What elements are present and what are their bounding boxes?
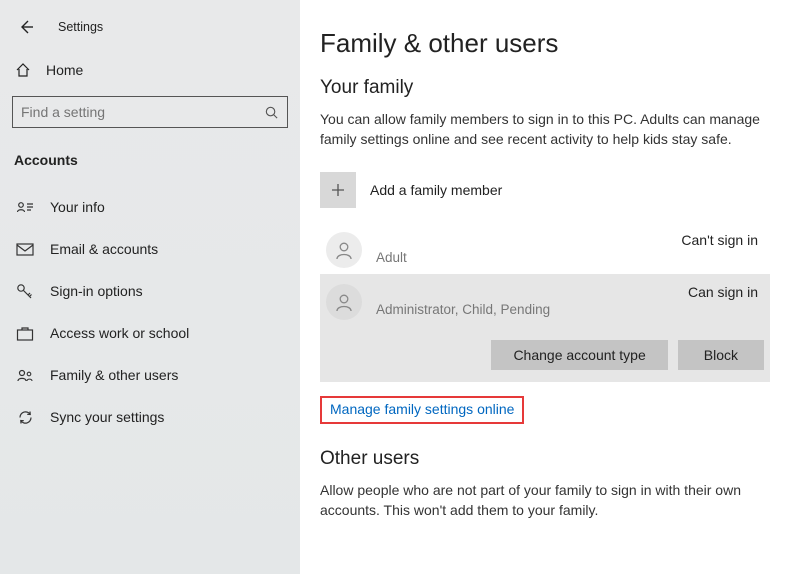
member-status: Can sign in — [688, 284, 764, 300]
other-users-heading: Other users — [320, 448, 770, 470]
search-icon — [264, 105, 279, 120]
member-info: Administrator, Child, Pending — [376, 284, 550, 317]
manage-family-settings-link[interactable]: Manage family settings online — [330, 401, 514, 417]
sidebar: Settings Home Accounts Your info Email &… — [0, 0, 300, 574]
people-icon — [14, 368, 36, 383]
sidebar-home[interactable]: Home — [12, 52, 288, 88]
family-member-row[interactable]: Adult Can't sign in — [320, 224, 770, 274]
back-button[interactable] — [12, 13, 40, 41]
nav-email-accounts[interactable]: Email & accounts — [12, 228, 288, 270]
nav-label: Your info — [50, 199, 105, 215]
sidebar-header: Settings — [12, 10, 288, 44]
add-label: Add a family member — [370, 182, 502, 198]
member-status: Can't sign in — [681, 232, 764, 248]
member-info: Adult — [376, 232, 407, 265]
change-account-type-button[interactable]: Change account type — [491, 340, 667, 370]
app-title: Settings — [58, 20, 103, 34]
briefcase-icon — [14, 326, 36, 341]
home-label: Home — [46, 62, 83, 78]
member-role: Adult — [376, 250, 407, 265]
category-header: Accounts — [14, 152, 288, 168]
nav-access-work-school[interactable]: Access work or school — [12, 312, 288, 354]
avatar-icon — [326, 232, 362, 268]
nav-sync-settings[interactable]: Sync your settings — [12, 396, 288, 438]
mail-icon — [14, 243, 36, 256]
sync-icon — [14, 409, 36, 426]
key-icon — [14, 283, 36, 299]
family-heading: Your family — [320, 77, 770, 99]
search-box[interactable] — [12, 96, 288, 128]
home-icon — [12, 62, 34, 78]
nav-signin-options[interactable]: Sign-in options — [12, 270, 288, 312]
nav-label: Family & other users — [50, 367, 178, 383]
nav-label: Sync your settings — [50, 409, 164, 425]
member-name — [376, 284, 550, 301]
user-card-icon — [14, 200, 36, 214]
search-input[interactable] — [21, 104, 264, 120]
block-button[interactable]: Block — [678, 340, 764, 370]
nav-list: Your info Email & accounts Sign-in optio… — [12, 186, 288, 438]
nav-label: Access work or school — [50, 325, 189, 341]
manage-link-highlight: Manage family settings online — [320, 396, 524, 424]
member-name — [376, 232, 407, 249]
avatar-icon — [326, 284, 362, 320]
page-title: Family & other users — [320, 28, 770, 59]
member-actions: Change account type Block — [326, 340, 764, 370]
nav-your-info[interactable]: Your info — [12, 186, 288, 228]
member-role: Administrator, Child, Pending — [376, 302, 550, 317]
nav-family-other-users[interactable]: Family & other users — [12, 354, 288, 396]
add-family-member[interactable]: Add a family member — [320, 168, 770, 212]
plus-icon — [320, 172, 356, 208]
main-content: Family & other users Your family You can… — [300, 0, 800, 574]
nav-label: Sign-in options — [50, 283, 143, 299]
arrow-left-icon — [18, 19, 34, 35]
other-users-description: Allow people who are not part of your fa… — [320, 480, 770, 521]
family-description: You can allow family members to sign in … — [320, 109, 770, 150]
family-member-row-selected[interactable]: Administrator, Child, Pending Can sign i… — [320, 274, 770, 382]
nav-label: Email & accounts — [50, 241, 158, 257]
